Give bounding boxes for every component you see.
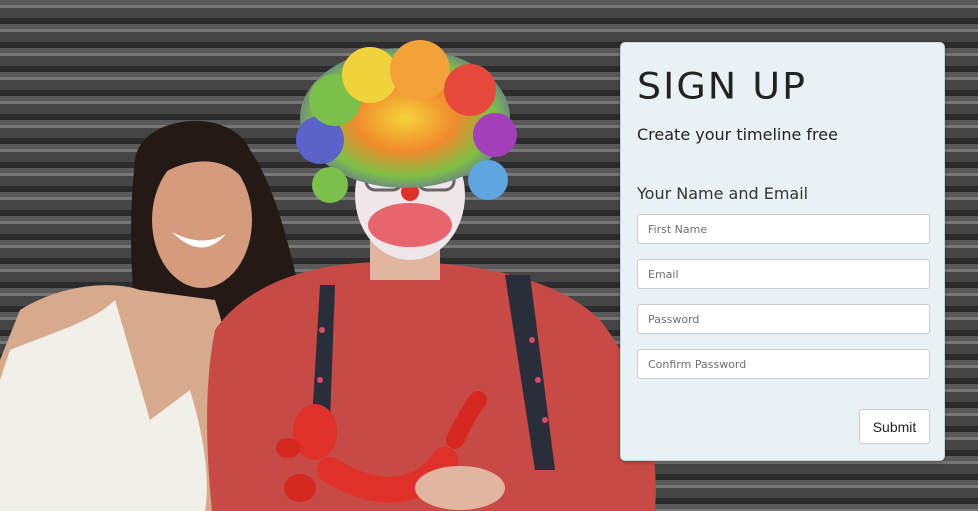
submit-button[interactable]: Submit — [859, 409, 930, 444]
name-email-heading: Your Name and Email — [637, 184, 809, 203]
signup-subtitle: Create your timeline free — [637, 125, 838, 144]
confirm-password-field[interactable] — [637, 349, 930, 379]
first-name-field[interactable] — [637, 214, 930, 244]
signup-card: SIGN UP Create your timeline free Your N… — [620, 42, 945, 461]
signup-title: SIGN UP — [637, 65, 808, 107]
password-field[interactable] — [637, 304, 930, 334]
email-field[interactable] — [637, 259, 930, 289]
